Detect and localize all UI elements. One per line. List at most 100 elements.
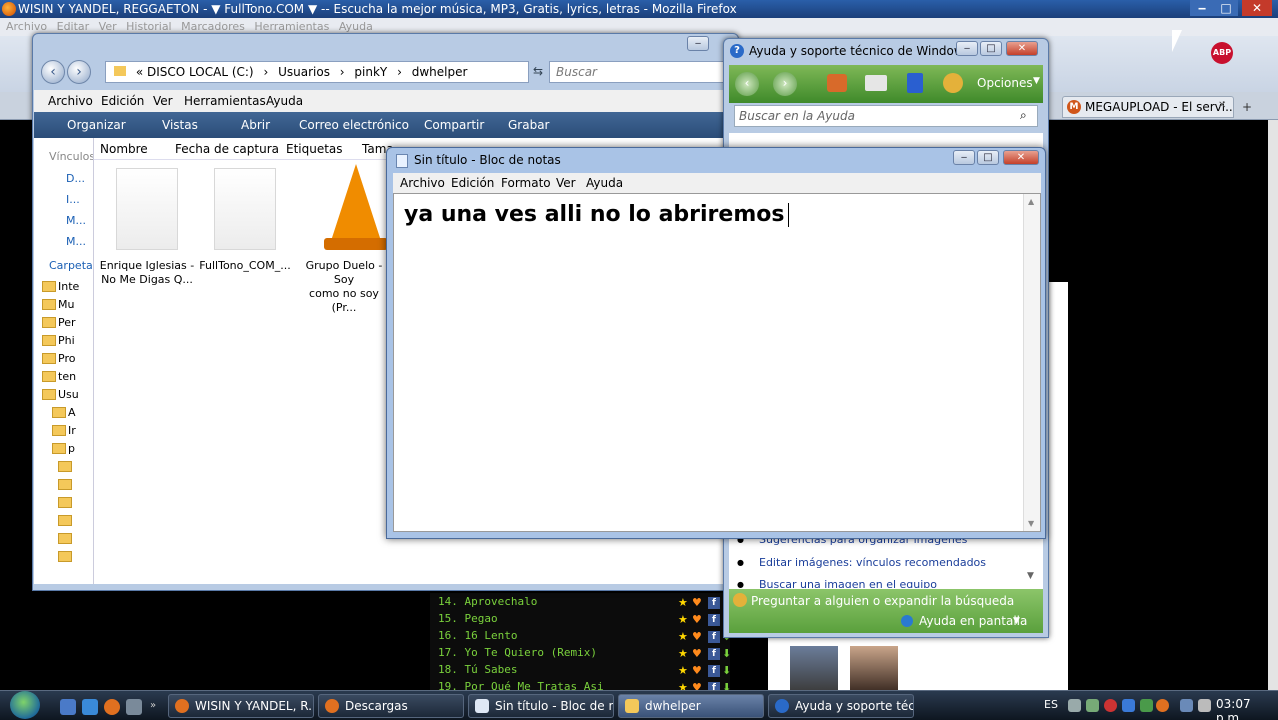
taskbar-dwhelper[interactable]: dwhelper	[618, 694, 764, 718]
menu-archivo[interactable]: Archivo	[48, 90, 93, 112]
heart-icon[interactable]: ♥	[692, 596, 702, 609]
back-icon[interactable]: ‹	[735, 72, 759, 96]
forward-icon[interactable]: ›	[773, 72, 797, 96]
file-name[interactable]: Enrique Iglesias - No Me Digas Q...	[99, 259, 195, 287]
folder-item[interactable]: Per	[58, 316, 76, 329]
file-name[interactable]: Grupo Duelo - Soy como no soy (Pr...	[296, 259, 392, 315]
star-icon[interactable]: ★	[678, 647, 688, 660]
menu-edicion[interactable]: Edición	[101, 90, 144, 112]
avatar[interactable]	[790, 646, 838, 692]
network-icon[interactable]	[1180, 699, 1193, 712]
back-icon[interactable]: ‹	[41, 60, 65, 84]
tray-icon[interactable]	[1140, 699, 1153, 712]
help-minimize-button[interactable]: ‒	[956, 41, 978, 56]
breadcrumb-dwhelper[interactable]: dwhelper	[412, 65, 468, 79]
link-item[interactable]: I...	[66, 193, 80, 206]
show-desktop-icon[interactable]	[60, 699, 76, 715]
taskbar-notepad[interactable]: Sin título - Bloc de n...	[468, 694, 614, 718]
heart-icon[interactable]: ♥	[692, 630, 702, 643]
facebook-icon[interactable]: f	[708, 631, 720, 643]
tab-close-icon[interactable]: ✕	[1218, 100, 1226, 111]
folder-item[interactable]: Inte	[58, 280, 79, 293]
language-indicator[interactable]: ES	[1044, 698, 1058, 711]
tray-icon[interactable]	[1122, 699, 1135, 712]
folder-item[interactable]: Pro	[58, 352, 75, 365]
help-maximize-button[interactable]: □	[980, 41, 1002, 56]
browse-help-icon[interactable]	[907, 73, 923, 93]
menu-herramientas[interactable]: Herramientas	[184, 90, 266, 112]
column-fecha[interactable]: Fecha de captura	[175, 142, 279, 156]
column-nombre[interactable]: Nombre	[100, 142, 148, 156]
menu-edicion[interactable]: Edición	[451, 173, 494, 193]
chevron-down-icon[interactable]: ▼	[1033, 76, 1040, 86]
star-icon[interactable]: ★	[678, 664, 688, 677]
explorer-search-input[interactable]: Buscar	[549, 61, 729, 83]
new-tab-button[interactable]: +	[1242, 100, 1252, 114]
avatar[interactable]	[850, 646, 898, 692]
taskbar-descargas[interactable]: Descargas	[318, 694, 464, 718]
download-icon[interactable]: ⬇	[722, 647, 730, 660]
menu-archivo[interactable]: Archivo	[400, 173, 445, 193]
heart-icon[interactable]: ♥	[692, 647, 702, 660]
options-menu[interactable]: Opciones	[977, 76, 1033, 90]
chevron-down-icon[interactable]: ▼	[1013, 616, 1020, 626]
taskbar-firefox[interactable]: WISIN Y YANDEL, R...	[168, 694, 314, 718]
folder-item[interactable]: Phi	[58, 334, 75, 347]
tray-icon[interactable]	[1156, 699, 1169, 712]
star-icon[interactable]: ★	[678, 596, 688, 609]
menu-ver[interactable]: Ver	[556, 173, 576, 193]
tab-megaupload[interactable]: M MEGAUPLOAD - El servi...	[1062, 96, 1234, 118]
playlist-item[interactable]: 18. Tú Sabes	[438, 663, 517, 676]
column-etiquetas[interactable]: Etiquetas	[286, 142, 343, 156]
menu-ver[interactable]: Ver	[153, 90, 173, 112]
folder-item[interactable]: Ir	[68, 424, 76, 437]
folder-item[interactable]: Mu	[58, 298, 74, 311]
share-button[interactable]: Compartir	[424, 112, 484, 138]
ask-icon[interactable]	[943, 73, 963, 93]
explorer-minimize-button[interactable]: ‒	[687, 36, 709, 51]
clock[interactable]: 03:07 p.m.	[1216, 697, 1278, 720]
search-icon[interactable]: ⌕	[1020, 108, 1027, 123]
help-search-input[interactable]: Buscar en la Ayuda	[734, 105, 1038, 127]
open-button[interactable]: Abrir	[241, 112, 270, 138]
link-item[interactable]: M...	[66, 214, 86, 227]
facebook-icon[interactable]: f	[708, 614, 720, 626]
folder-item[interactable]: ten	[58, 370, 76, 383]
tray-icon[interactable]	[1068, 699, 1081, 712]
tray-icon[interactable]	[1104, 699, 1117, 712]
address-bar[interactable]: « DISCO LOCAL (C:) › Usuarios › pinkY › …	[105, 61, 529, 83]
organize-button[interactable]: Organizar	[67, 112, 126, 138]
firefox-minimize-button[interactable]: ‒	[1190, 0, 1214, 16]
playlist-item[interactable]: 16. 16 Lento	[438, 629, 517, 642]
ask-someone-link[interactable]: Preguntar a alguien o expandir la búsque…	[751, 594, 1014, 608]
menu-ayuda[interactable]: Ayuda	[586, 173, 623, 193]
notepad-text-line[interactable]: ya una ves alli no lo abriremos	[404, 202, 790, 227]
help-link[interactable]: Buscar una imagen en el equipo	[759, 578, 937, 588]
tray-icon[interactable]	[1086, 699, 1099, 712]
file-generic-icon[interactable]	[214, 168, 276, 250]
playlist-item[interactable]: 17. Yo Te Quiero (Remix)	[438, 646, 597, 659]
breadcrumb-pinky[interactable]: pinkY	[354, 65, 387, 79]
link-item[interactable]: D...	[66, 172, 85, 185]
scroll-down-icon[interactable]: ▼	[1028, 519, 1034, 528]
heart-icon[interactable]: ♥	[692, 664, 702, 677]
notepad-vertical-scrollbar[interactable]: ▲ ▼	[1023, 194, 1040, 531]
notepad-close-button[interactable]: ✕	[1003, 150, 1039, 165]
file-generic-icon[interactable]	[116, 168, 178, 250]
scroll-down-icon[interactable]: ▼	[1027, 571, 1034, 581]
folder-item[interactable]: A	[68, 406, 76, 419]
start-button[interactable]	[4, 690, 46, 720]
adblock-icon[interactable]: ABP	[1211, 42, 1233, 64]
folder-item[interactable]: p	[68, 442, 75, 455]
breadcrumb-usuarios[interactable]: Usuarios	[278, 65, 330, 79]
notepad-maximize-button[interactable]: □	[977, 150, 999, 165]
home-icon[interactable]	[827, 74, 847, 92]
print-icon[interactable]	[865, 75, 887, 91]
email-button[interactable]: Correo electrónico	[299, 112, 409, 138]
file-name[interactable]: FullTono_COM_...	[197, 259, 293, 273]
refresh-icon[interactable]: ⇆	[533, 64, 543, 78]
star-icon[interactable]: ★	[678, 630, 688, 643]
notepad-text-area[interactable]: ya una ves alli no lo abriremos ▲ ▼	[393, 193, 1041, 532]
forward-icon[interactable]: ›	[67, 60, 91, 84]
breadcrumb-drive[interactable]: DISCO LOCAL (C:)	[147, 65, 254, 79]
